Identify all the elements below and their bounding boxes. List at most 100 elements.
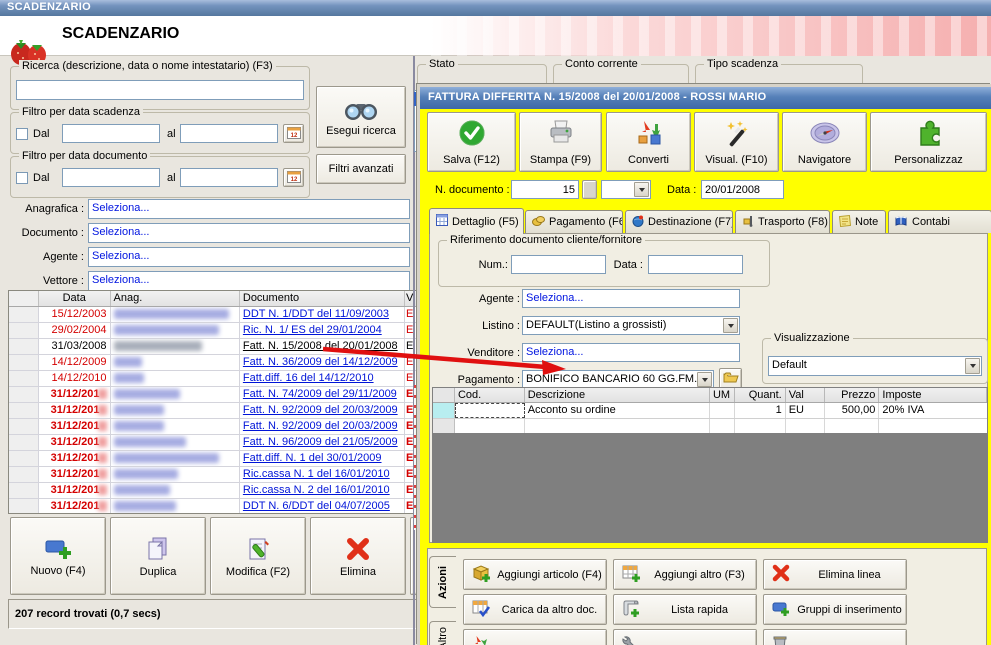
salva-button[interactable]: Salva (F12) — [427, 112, 516, 172]
grid-row-empty[interactable] — [433, 419, 987, 434]
documento-link[interactable]: DDT N. 1/DDT del 11/09/2003 — [243, 308, 401, 320]
table-row[interactable]: 31/12/201 Fatt. N. 96/2009 del 21/05/2009… — [9, 435, 417, 451]
converti-button[interactable]: Converti — [606, 112, 691, 172]
documento-link[interactable]: Fatt. N. 15/2008 del 20/01/2008 — [243, 340, 401, 352]
documento-link[interactable]: Fatt. N. 92/2009 del 20/03/2009 — [243, 420, 401, 432]
row-selector-cell[interactable] — [9, 387, 39, 402]
filtri-avanzati-button[interactable]: Filtri avanzati — [316, 154, 406, 184]
anagrafica-select[interactable]: Seleziona... — [88, 199, 410, 219]
personalizza-button[interactable]: Personalizzaz — [870, 112, 987, 172]
row-selector-cell[interactable] — [9, 483, 39, 498]
gruppi-di-inserimento-button[interactable]: Gruppi di inserimento — [763, 594, 907, 625]
listino-combo[interactable]: DEFAULT(Listino a grossisti) — [522, 316, 740, 335]
filter-documento-checkbox[interactable] — [16, 172, 28, 184]
modifica-button[interactable]: Modifica (F2) — [210, 517, 306, 595]
row-selector-cell[interactable] — [9, 307, 39, 322]
duplica-button[interactable]: Duplica — [110, 517, 206, 595]
tab-azioni[interactable]: Azioni — [429, 556, 456, 608]
n-documento-combo[interactable] — [601, 180, 651, 199]
documento-cell[interactable]: Fatt. N. 74/2009 del 29/11/2009 — [240, 387, 406, 402]
documento-cell[interactable]: Ric.cassa N. 2 del 16/01/2010 — [240, 483, 406, 498]
row-selector-cell[interactable] — [9, 467, 39, 482]
table-row[interactable]: 14/12/2010 Fatt.diff. 16 del 14/12/2010 E — [9, 371, 417, 387]
carica-da-altro-doc-button[interactable]: Carica da altro doc. — [463, 594, 607, 625]
row-selector-cell[interactable] — [9, 403, 39, 418]
window-titlebar[interactable]: SCADENZARIO — [0, 0, 991, 16]
data-input[interactable] — [701, 180, 784, 199]
elimina-linea-button[interactable]: Elimina linea — [763, 559, 907, 590]
table-row[interactable]: 14/12/2009 Fatt. N. 36/2009 del 14/12/200… — [9, 355, 417, 371]
documento-cell[interactable]: Fatt.diff. N. 1 del 30/01/2009 — [240, 451, 406, 466]
row-selector[interactable] — [433, 403, 455, 418]
um-cell[interactable] — [710, 403, 735, 418]
descrizione-cell[interactable]: Acconto su ordine — [525, 403, 710, 418]
table-row[interactable]: 31/12/201 Fatt. N. 92/2009 del 20/03/2009… — [9, 403, 417, 419]
tab-contabilita[interactable]: Contabi — [888, 210, 991, 233]
table-row[interactable]: 31/12/201 DDT N. 6/DDT del 04/07/2005 E — [9, 499, 417, 513]
filter-documento-calendar-button[interactable]: 12 — [283, 168, 304, 187]
row-selector-cell[interactable] — [9, 355, 39, 370]
table-row[interactable]: 31/03/2008 Fatt. N. 15/2008 del 20/01/200… — [9, 339, 417, 355]
dialog-titlebar[interactable]: FATTURA DIFFERITA N. 15/2008 del 20/01/2… — [420, 87, 991, 109]
documento-cell[interactable]: DDT N. 6/DDT del 04/07/2005 — [240, 499, 406, 513]
val-cell[interactable]: EU — [786, 403, 825, 418]
search-input[interactable] — [16, 80, 304, 100]
filter-documento-to-input[interactable] — [180, 168, 278, 187]
table-row[interactable]: 31/12/201 Fatt. N. 92/2009 del 20/03/2009… — [9, 419, 417, 435]
nuovo-button[interactable]: Nuovo (F4) — [10, 517, 106, 595]
aggiungi-altro-button[interactable]: Aggiungi altro (F3) — [613, 559, 757, 590]
documento-select[interactable]: Seleziona... — [88, 223, 410, 243]
tab-dettaglio[interactable]: Dettaglio (F5) — [429, 208, 524, 234]
documento-cell[interactable]: Fatt. N. 92/2009 del 20/03/2009 — [240, 419, 406, 434]
visual-button[interactable]: Visual. (F10) — [694, 112, 779, 172]
stampa-button[interactable]: Stampa (F9) — [519, 112, 602, 172]
n-documento-input[interactable] — [511, 180, 579, 199]
table-row[interactable]: 29/02/2004 Ric. N. 1/ ES del 29/01/2004 E — [9, 323, 417, 339]
filter-scadenza-checkbox[interactable] — [16, 128, 28, 140]
table-row[interactable]: 31/12/201 Fatt. N. 74/2009 del 29/11/2009… — [9, 387, 417, 403]
tab-note[interactable]: Note — [832, 210, 886, 233]
prezzo-cell[interactable]: 500,00 — [825, 403, 880, 418]
filter-documento-from-input[interactable] — [62, 168, 160, 187]
elimina-button[interactable]: Elimina — [310, 517, 406, 595]
table-row[interactable]: 15/12/2003 DDT N. 1/DDT del 11/09/2003 E — [9, 307, 417, 323]
row-selector-cell[interactable] — [9, 451, 39, 466]
partial-action-button-1[interactable] — [463, 629, 607, 645]
documento-cell[interactable]: Fatt. N. 92/2009 del 20/03/2009 — [240, 403, 406, 418]
documento-link[interactable]: Fatt. N. 74/2009 del 29/11/2009 — [243, 388, 401, 400]
row-selector-cell[interactable] — [9, 323, 39, 338]
row-selector-cell[interactable] — [9, 371, 39, 386]
cod-cell[interactable] — [454, 403, 525, 418]
results-table[interactable]: Data Anag. Documento V 15/12/2003 DDT N. … — [8, 290, 418, 514]
tab-altro[interactable]: Altro — [429, 621, 456, 645]
tab-destinazione[interactable]: Destinazione (F7) — [625, 210, 733, 233]
agente-select[interactable]: Seleziona... — [88, 247, 410, 267]
lista-rapida-button[interactable]: Lista rapida — [613, 594, 757, 625]
documento-cell[interactable]: Fatt. N. 96/2009 del 21/05/2009 — [240, 435, 406, 450]
documento-cell[interactable]: Fatt. N. 36/2009 del 14/12/2009 — [240, 355, 406, 370]
documento-link[interactable]: DDT N. 6/DDT del 04/07/2005 — [243, 500, 401, 512]
documento-cell[interactable]: Fatt.diff. 16 del 14/12/2010 — [240, 371, 406, 386]
documento-link[interactable]: Fatt. N. 92/2009 del 20/03/2009 — [243, 404, 401, 416]
documento-link[interactable]: Fatt.diff. N. 1 del 30/01/2009 — [243, 452, 401, 464]
grid-row-1[interactable]: Acconto su ordine 1 EU 500,00 20% IVA — [433, 403, 987, 419]
imposte-cell[interactable]: 20% IVA — [879, 403, 987, 418]
documento-cell[interactable]: DDT N. 1/DDT del 11/09/2003 — [240, 307, 406, 322]
filter-scadenza-from-input[interactable] — [62, 124, 160, 143]
quant-cell[interactable]: 1 — [735, 403, 786, 418]
table-row[interactable]: 31/12/201 Ric.cassa N. 1 del 16/01/2010 E — [9, 467, 417, 483]
results-table-header[interactable]: Data Anag. Documento V — [9, 291, 417, 307]
documento-link[interactable]: Fatt.diff. 16 del 14/12/2010 — [243, 372, 401, 384]
table-row[interactable]: 31/12/201 Ric.cassa N. 2 del 16/01/2010 E — [9, 483, 417, 499]
visualizzazione-combo[interactable]: Default — [768, 356, 982, 376]
tab-trasporto[interactable]: Trasporto (F8) — [735, 210, 830, 233]
documento-link[interactable]: Ric.cassa N. 1 del 16/01/2010 — [243, 468, 401, 480]
documento-cell[interactable]: Ric.cassa N. 1 del 16/01/2010 — [240, 467, 406, 482]
row-selector-cell[interactable] — [9, 499, 39, 513]
table-row[interactable]: 31/12/201 Fatt.diff. N. 1 del 30/01/2009 E — [9, 451, 417, 467]
row-selector-cell[interactable] — [9, 435, 39, 450]
partial-action-button-3[interactable] — [763, 629, 907, 645]
documento-link[interactable]: Fatt. N. 96/2009 del 21/05/2009 — [243, 436, 401, 448]
documento-cell[interactable]: Ric. N. 1/ ES del 29/01/2004 — [240, 323, 406, 338]
documento-link[interactable]: Fatt. N. 36/2009 del 14/12/2009 — [243, 356, 401, 368]
